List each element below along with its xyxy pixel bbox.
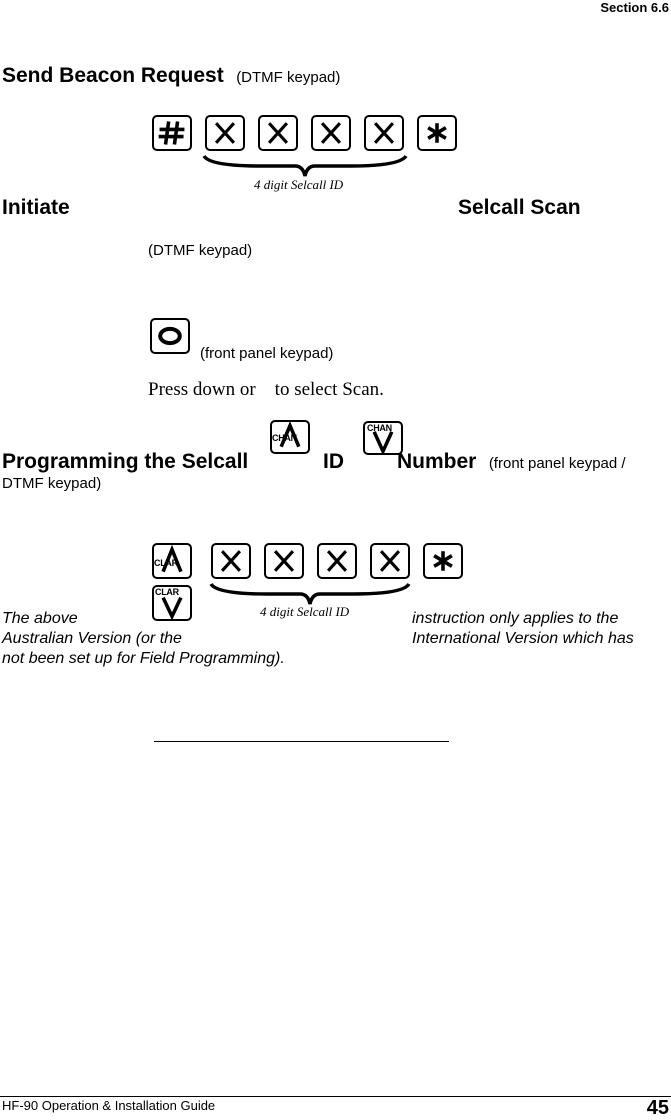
- beacon-title: Send Beacon Request: [2, 64, 224, 87]
- chan-up-key-icon: CHAN: [270, 420, 310, 454]
- chan-up-label: CHAN: [272, 433, 297, 443]
- beacon-subtitle: (DTMF keypad): [236, 69, 341, 86]
- programming-subtitle-a: (front panel keypad /: [488, 455, 626, 472]
- o-key-icon: [150, 318, 190, 354]
- programming-brace-label: 4 digit Selcall ID: [260, 604, 350, 619]
- programming-title-b: ID: [323, 450, 344, 473]
- scan-title-left: Initiate: [2, 196, 70, 219]
- divider-line: [154, 741, 449, 742]
- x-key-icon: [205, 115, 245, 151]
- section-number: Section 6.6: [600, 0, 669, 15]
- star-key-icon: [417, 115, 457, 151]
- x-key-icon: [311, 115, 351, 151]
- note-left-line-2: Australian Version (or the: [2, 630, 182, 647]
- chan-down-label: CHAN: [367, 423, 392, 433]
- x-key-icon: [317, 543, 357, 579]
- scan-title-right: Selcall Scan: [458, 196, 581, 219]
- beacon-brace-label: 4 digit Selcall ID: [254, 177, 344, 192]
- note-left-line-1: The above: [2, 610, 78, 627]
- x-key-icon: [370, 543, 410, 579]
- note-left-line-3: not been set up for Field Programming).: [2, 650, 285, 667]
- beacon-heading: Send Beacon Request (DTMF keypad): [2, 64, 340, 88]
- page-number: 45: [646, 1097, 669, 1119]
- clar-down-key-icon: CLAR: [152, 585, 192, 621]
- scan-front-panel-label: (front panel keypad): [200, 345, 334, 362]
- footer-rule: [0, 1096, 671, 1097]
- scan-dtmf-label: (DTMF keypad): [148, 242, 253, 259]
- programming-subtitle-b: DTMF keypad): [2, 475, 102, 492]
- hash-key-icon: [152, 115, 192, 151]
- note-right-line-1: instruction only applies to the: [412, 610, 619, 627]
- note-right-line-2: International Version which has: [412, 630, 634, 647]
- programming-title-a: Programming the Selcall: [2, 450, 249, 473]
- programming-title-c: Number: [397, 450, 477, 473]
- x-key-icon: [258, 115, 298, 151]
- footer-guide-title: HF-90 Operation & Installation Guide: [2, 1098, 216, 1113]
- brace-icon: [209, 582, 411, 605]
- clar-up-label: CLAR: [154, 558, 178, 568]
- x-key-icon: [211, 543, 251, 579]
- clar-down-label: CLAR: [155, 587, 179, 597]
- x-key-icon: [264, 543, 304, 579]
- brace-icon: [202, 154, 408, 177]
- programming-title-c-wrap: Number (front panel keypad /: [397, 450, 626, 474]
- clar-up-key-icon: CLAR: [152, 543, 192, 579]
- star-key-icon: [423, 543, 463, 579]
- scan-instruction: Press down or to select Scan.: [148, 379, 384, 400]
- x-key-icon: [364, 115, 404, 151]
